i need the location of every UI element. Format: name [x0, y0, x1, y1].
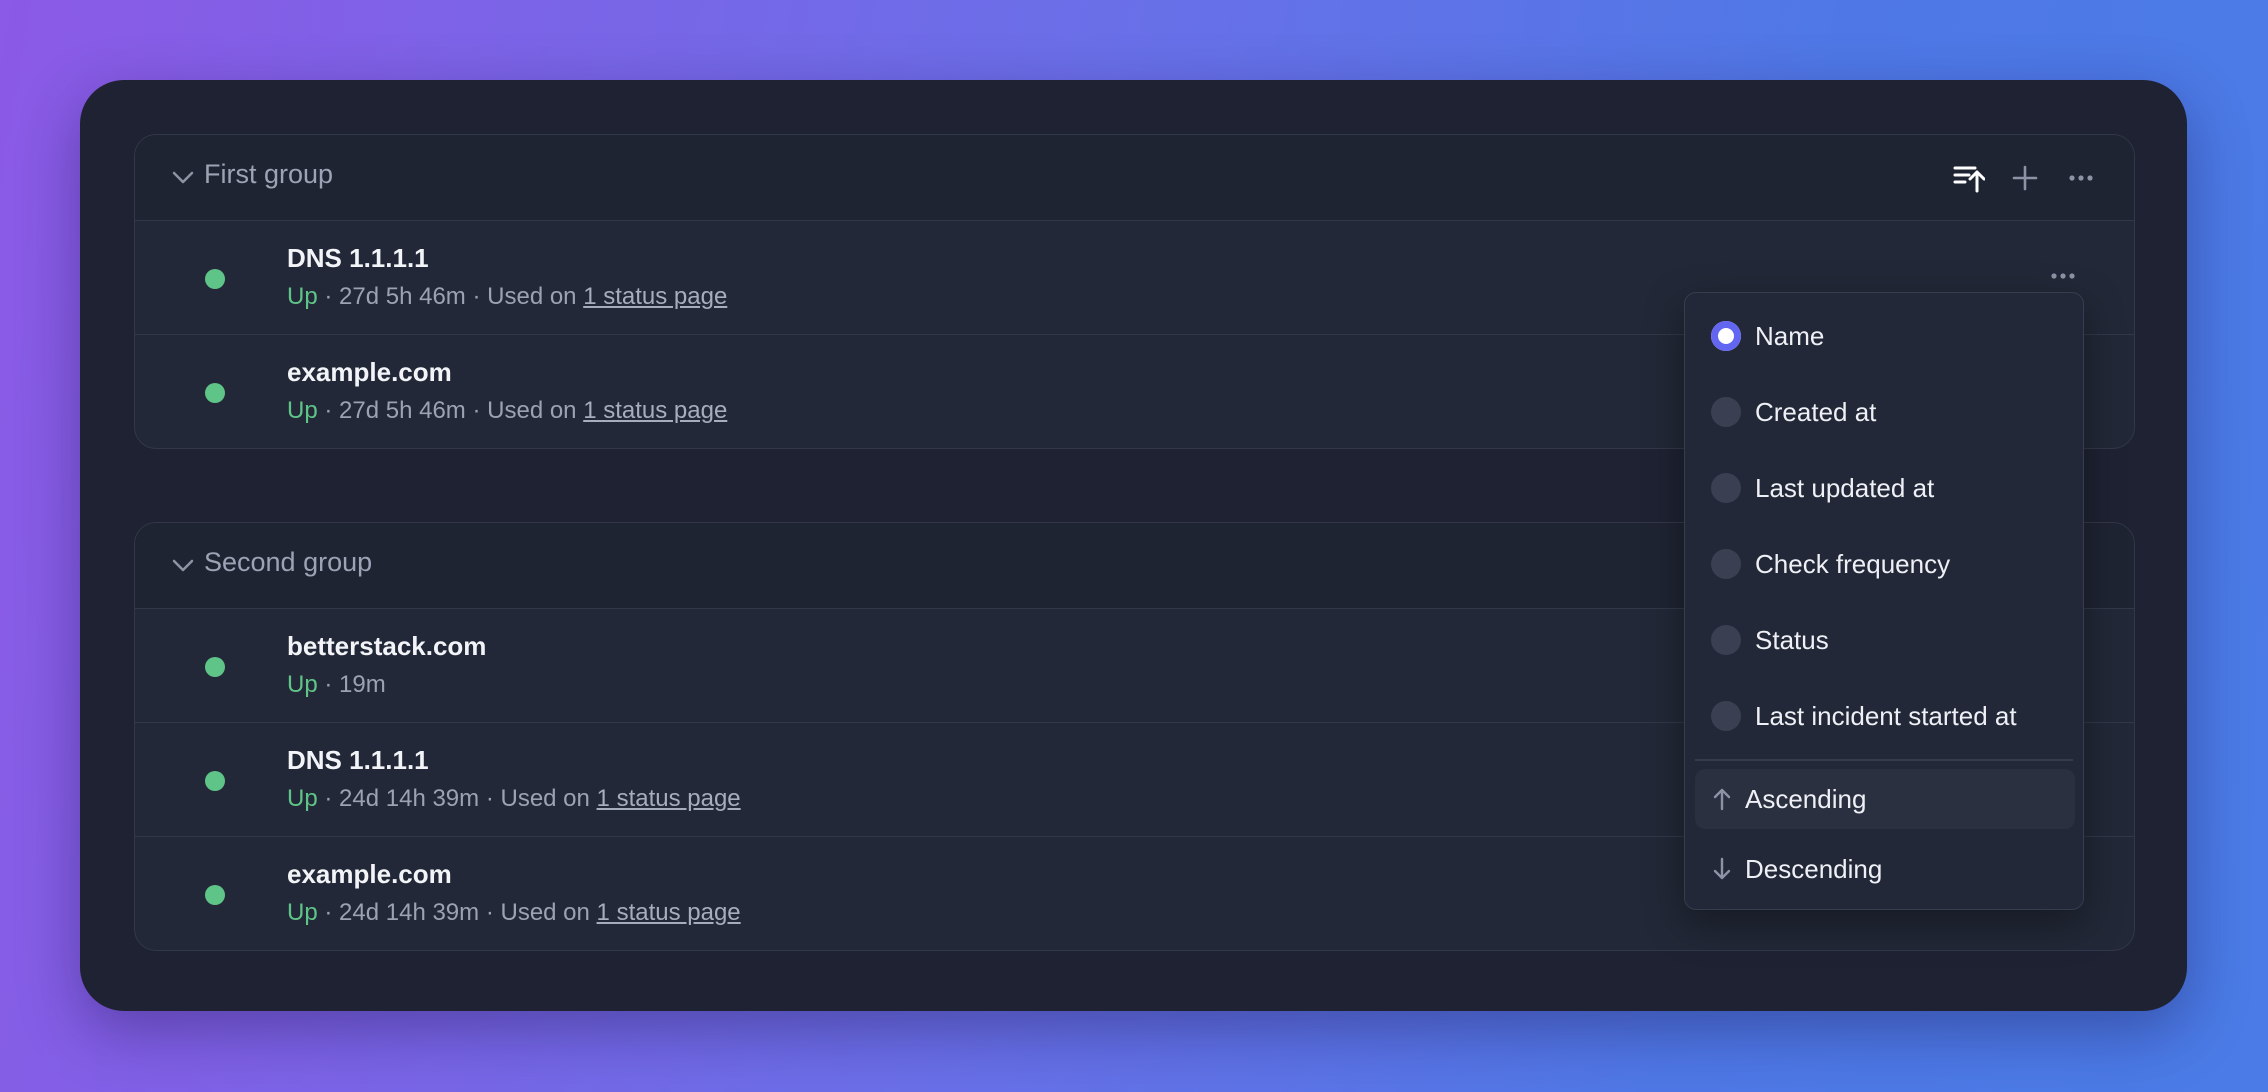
divider	[1695, 759, 2073, 761]
uptime-duration: 27d 5h 46m	[339, 397, 466, 424]
sort-icon[interactable]	[1952, 161, 1986, 195]
group-title[interactable]: Second group	[204, 547, 372, 578]
separator: ·	[472, 397, 481, 424]
monitors-card: First group DNS 1.1.1.1 Up · 27d 5h 46m	[80, 80, 2187, 1011]
radio[interactable]	[1711, 473, 1741, 503]
sort-option-label: Check frequency	[1755, 548, 1951, 579]
separator: ·	[324, 671, 333, 698]
radio[interactable]	[1711, 549, 1741, 579]
sort-option-name[interactable]: Name	[1711, 316, 1824, 356]
monitor-meta: Up · 24d 14h 39m · Used on 1 status page	[287, 899, 741, 927]
uptime-duration: 19m	[339, 671, 386, 698]
radio-selected[interactable]	[1711, 321, 1741, 351]
sort-dropdown: Name Created at Last updated at Check fr…	[1684, 292, 2084, 910]
sort-direction-ascending[interactable]: Ascending	[1695, 769, 2075, 829]
monitor-meta: Up · 27d 5h 46m · Used on 1 status page	[287, 283, 727, 311]
monitor-name[interactable]: DNS 1.1.1.1	[287, 243, 429, 274]
monitor-meta: Up · 19m	[287, 671, 386, 699]
status-text: Up	[287, 785, 318, 812]
status-page-link[interactable]: 1 status page	[597, 785, 741, 812]
status-text: Up	[287, 397, 318, 424]
sort-option-check-frequency[interactable]: Check frequency	[1711, 544, 1950, 584]
separator: ·	[485, 899, 494, 926]
group-actions	[1952, 161, 2098, 195]
status-dot	[205, 771, 225, 791]
sort-option-last-incident-started-at[interactable]: Last incident started at	[1711, 696, 2017, 736]
sort-direction-label: Ascending	[1745, 783, 1867, 814]
arrow-up-icon	[1711, 786, 1733, 812]
status-page-link[interactable]: 1 status page	[583, 283, 727, 310]
monitor-name[interactable]: example.com	[287, 357, 452, 388]
separator: ·	[485, 785, 494, 812]
monitor-meta: Up · 24d 14h 39m · Used on 1 status page	[287, 785, 741, 813]
used-on-label: Used on	[487, 397, 577, 424]
status-page-link[interactable]: 1 status page	[583, 397, 727, 424]
sort-option-label: Last updated at	[1755, 472, 1935, 503]
status-text: Up	[287, 283, 318, 310]
sort-direction-label: Descending	[1745, 853, 1883, 884]
status-text: Up	[287, 899, 318, 926]
uptime-duration: 24d 14h 39m	[339, 899, 480, 926]
separator: ·	[324, 899, 333, 926]
radio[interactable]	[1711, 397, 1741, 427]
used-on-label: Used on	[487, 283, 577, 310]
status-dot	[205, 383, 225, 403]
group-title[interactable]: First group	[204, 159, 333, 190]
sort-option-label: Last incident started at	[1755, 700, 2017, 731]
sort-option-label: Created at	[1755, 396, 1877, 427]
monitor-name[interactable]: betterstack.com	[287, 631, 486, 662]
uptime-duration: 27d 5h 46m	[339, 283, 466, 310]
radio[interactable]	[1711, 625, 1741, 655]
separator: ·	[324, 283, 333, 310]
status-dot	[205, 657, 225, 677]
status-dot	[205, 885, 225, 905]
separator: ·	[324, 397, 333, 424]
status-text: Up	[287, 671, 318, 698]
separator: ·	[324, 785, 333, 812]
status-dot	[205, 269, 225, 289]
monitor-name[interactable]: example.com	[287, 859, 452, 890]
separator: ·	[472, 283, 481, 310]
status-page-link[interactable]: 1 status page	[597, 899, 741, 926]
chevron-down-icon[interactable]	[171, 168, 195, 188]
sort-direction-descending[interactable]: Descending	[1695, 839, 2075, 899]
used-on-label: Used on	[500, 785, 590, 812]
plus-icon[interactable]	[2008, 161, 2042, 195]
sort-option-status[interactable]: Status	[1711, 620, 1829, 660]
monitor-name[interactable]: DNS 1.1.1.1	[287, 745, 429, 776]
monitor-meta: Up · 27d 5h 46m · Used on 1 status page	[287, 397, 727, 425]
uptime-duration: 24d 14h 39m	[339, 785, 480, 812]
more-icon[interactable]	[2048, 264, 2078, 288]
sort-option-created-at[interactable]: Created at	[1711, 392, 1876, 432]
group-header: First group	[135, 135, 2134, 221]
sort-option-label: Name	[1755, 320, 1825, 351]
more-icon[interactable]	[2064, 161, 2098, 195]
sort-option-label: Status	[1755, 624, 1829, 655]
chevron-down-icon[interactable]	[171, 556, 195, 576]
arrow-down-icon	[1711, 856, 1733, 882]
radio[interactable]	[1711, 701, 1741, 731]
sort-option-last-updated-at[interactable]: Last updated at	[1711, 468, 1934, 508]
used-on-label: Used on	[500, 899, 590, 926]
